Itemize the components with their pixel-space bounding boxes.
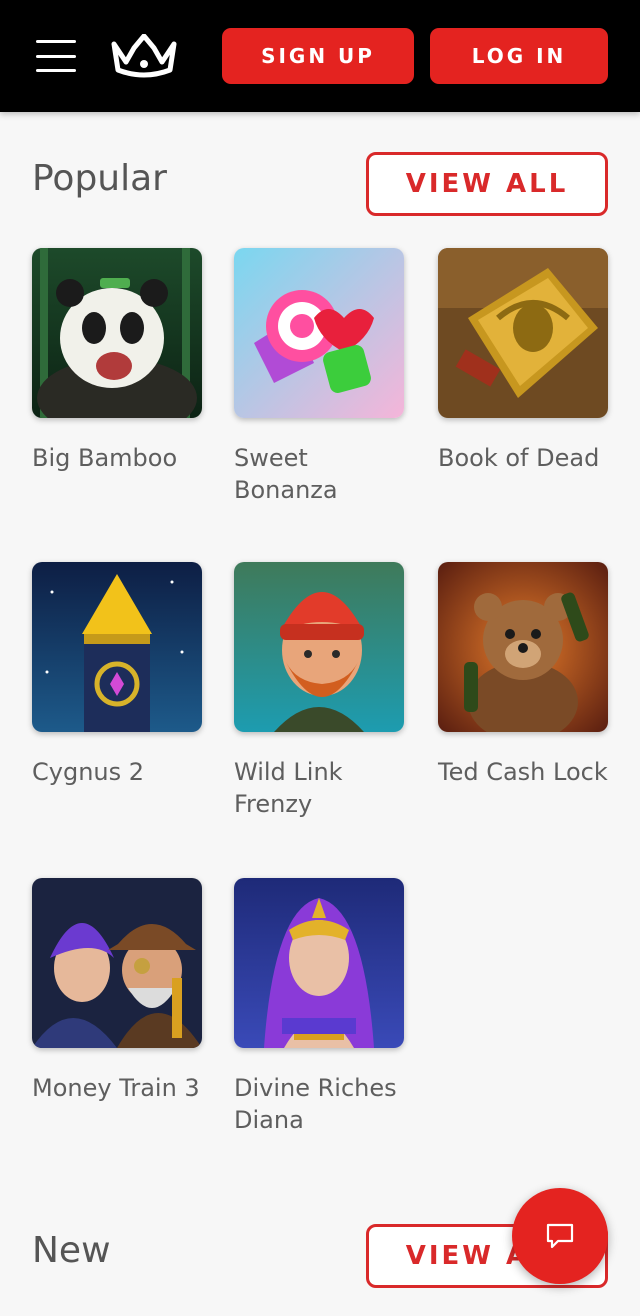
top-navigation-bar: SIGN UP LOG IN <box>0 0 640 112</box>
game-thumbnail[interactable] <box>234 562 404 732</box>
game-thumbnail[interactable] <box>234 248 404 418</box>
view-all-popular-button[interactable]: VIEW ALL <box>366 152 608 216</box>
sign-up-button[interactable]: SIGN UP <box>222 28 414 84</box>
game-tile-wild-link-frenzy[interactable]: Wild Link Frenzy <box>234 562 406 820</box>
game-tile-divine-riches-diana[interactable]: Divine Riches Diana <box>234 878 406 1136</box>
game-tile-sweet-bonanza[interactable]: Sweet Bonanza <box>234 248 406 506</box>
game-tile-ted-cash-lock[interactable]: Ted Cash Lock <box>438 562 610 788</box>
game-name: Wild Link Frenzy <box>234 758 343 818</box>
game-thumbnail[interactable] <box>32 248 202 418</box>
hamburger-menu-icon[interactable] <box>36 40 76 72</box>
popular-section-header: Popular VIEW ALL <box>32 152 608 216</box>
game-name: Book of Dead <box>438 444 600 472</box>
log-in-button[interactable]: LOG IN <box>430 28 608 84</box>
game-name: Sweet Bonanza <box>234 444 338 504</box>
game-tile-book-of-dead[interactable]: Book of Dead <box>438 248 610 474</box>
game-thumbnail[interactable] <box>438 562 608 732</box>
chat-bubble-icon <box>546 1223 574 1249</box>
game-thumbnail[interactable] <box>438 248 608 418</box>
game-thumbnail[interactable] <box>32 562 202 732</box>
game-thumbnail[interactable] <box>234 878 404 1048</box>
section-title-popular: Popular <box>32 158 167 199</box>
game-name: Divine Riches Diana <box>234 1074 397 1134</box>
game-thumbnail[interactable] <box>32 878 202 1048</box>
game-tile-big-bamboo[interactable]: Big Bamboo <box>32 248 204 474</box>
game-name: Big Bamboo <box>32 444 178 472</box>
section-title-new: New <box>32 1230 111 1271</box>
game-name: Ted Cash Lock <box>438 758 608 786</box>
game-tile-money-train-3[interactable]: Money Train 3 <box>32 878 204 1104</box>
chat-button[interactable] <box>512 1188 608 1284</box>
game-name: Money Train 3 <box>32 1074 200 1102</box>
game-name: Cygnus 2 <box>32 758 145 786</box>
crown-logo-icon[interactable] <box>108 34 180 78</box>
game-tile-cygnus-2[interactable]: Cygnus 2 <box>32 562 204 788</box>
